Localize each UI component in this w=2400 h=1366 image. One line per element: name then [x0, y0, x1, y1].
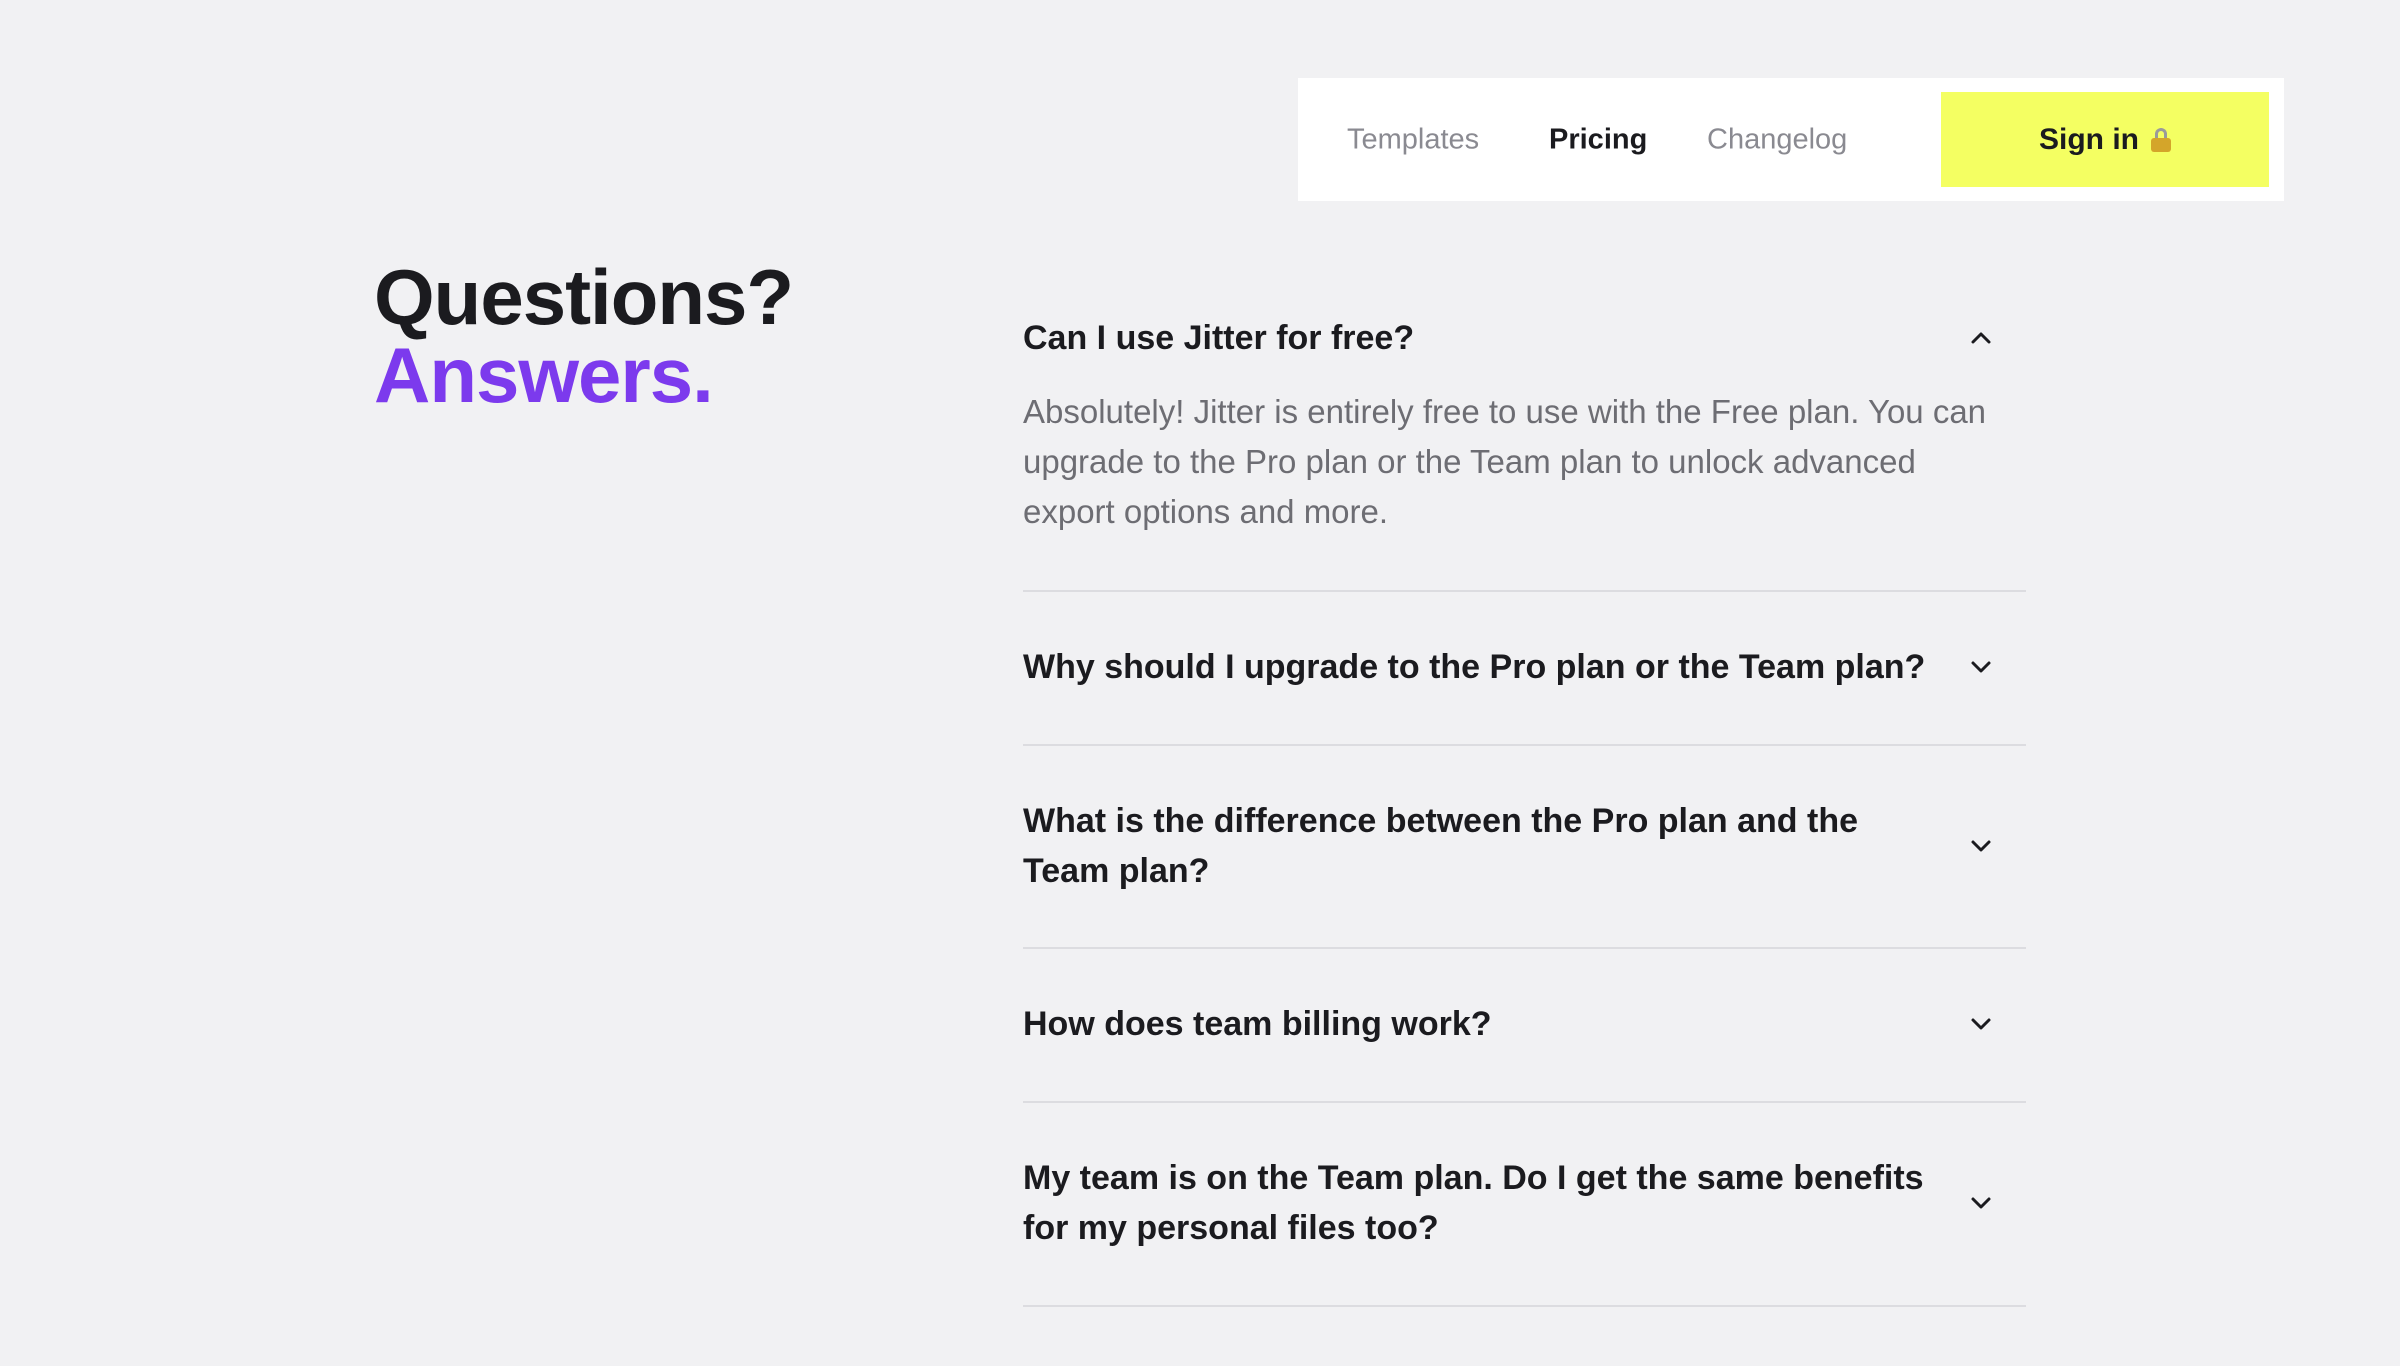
faq-item: What is the difference between the Pro p…	[1023, 746, 2026, 949]
faq-list: Can I use Jitter for free? Absolutely! J…	[1023, 289, 2026, 1307]
faq-item: How does team billing work?	[1023, 949, 2026, 1103]
faq-question-toggle[interactable]: What is the difference between the Pro p…	[1023, 746, 2026, 945]
sign-in-label: Sign in	[2039, 122, 2139, 156]
chevron-down-icon[interactable]	[1966, 831, 1996, 861]
faq-item: Why should I upgrade to the Pro plan or …	[1023, 592, 2026, 746]
lock-icon	[2151, 127, 2171, 152]
faq-question-text: My team is on the Team plan. Do I get th…	[1023, 1159, 1924, 1247]
pricing-faq-page: Templates Pricing Changelog Sign in Ques…	[0, 0, 2400, 1366]
faq-question-text: Why should I upgrade to the Pro plan or …	[1023, 648, 1926, 686]
chevron-down-icon[interactable]	[1966, 652, 1996, 682]
faq-question-toggle[interactable]: Why should I upgrade to the Pro plan or …	[1023, 592, 2026, 742]
sign-in-button[interactable]: Sign in	[1941, 92, 2269, 187]
faq-question-toggle[interactable]: How does team billing work?	[1023, 949, 2026, 1099]
faq-item: My team is on the Team plan. Do I get th…	[1023, 1103, 2026, 1307]
top-navigation: Templates Pricing Changelog Sign in	[1298, 78, 2284, 201]
faq-question-toggle[interactable]: My team is on the Team plan. Do I get th…	[1023, 1103, 2026, 1303]
faq-item: Can I use Jitter for free? Absolutely! J…	[1023, 289, 2026, 592]
faq-question-toggle[interactable]: Can I use Jitter for free?	[1023, 289, 2026, 363]
chevron-down-icon[interactable]	[1966, 1188, 1996, 1218]
faq-heading: Questions? Answers.	[374, 253, 794, 419]
chevron-down-icon[interactable]	[1966, 1009, 1996, 1039]
faq-question-text: Can I use Jitter for free?	[1023, 319, 1415, 357]
nav-link-templates[interactable]: Templates	[1347, 123, 1479, 156]
heading-questions: Questions?	[374, 253, 794, 341]
faq-question-text: What is the difference between the Pro p…	[1023, 801, 1859, 890]
faq-question-text: How does team billing work?	[1023, 1005, 1492, 1043]
nav-link-changelog[interactable]: Changelog	[1707, 123, 1847, 156]
chevron-up-icon[interactable]	[1966, 323, 1996, 353]
heading-answers: Answers.	[374, 331, 714, 419]
faq-answer-text: Absolutely! Jitter is entirely free to u…	[1023, 393, 1987, 530]
nav-link-pricing[interactable]: Pricing	[1549, 123, 1647, 156]
